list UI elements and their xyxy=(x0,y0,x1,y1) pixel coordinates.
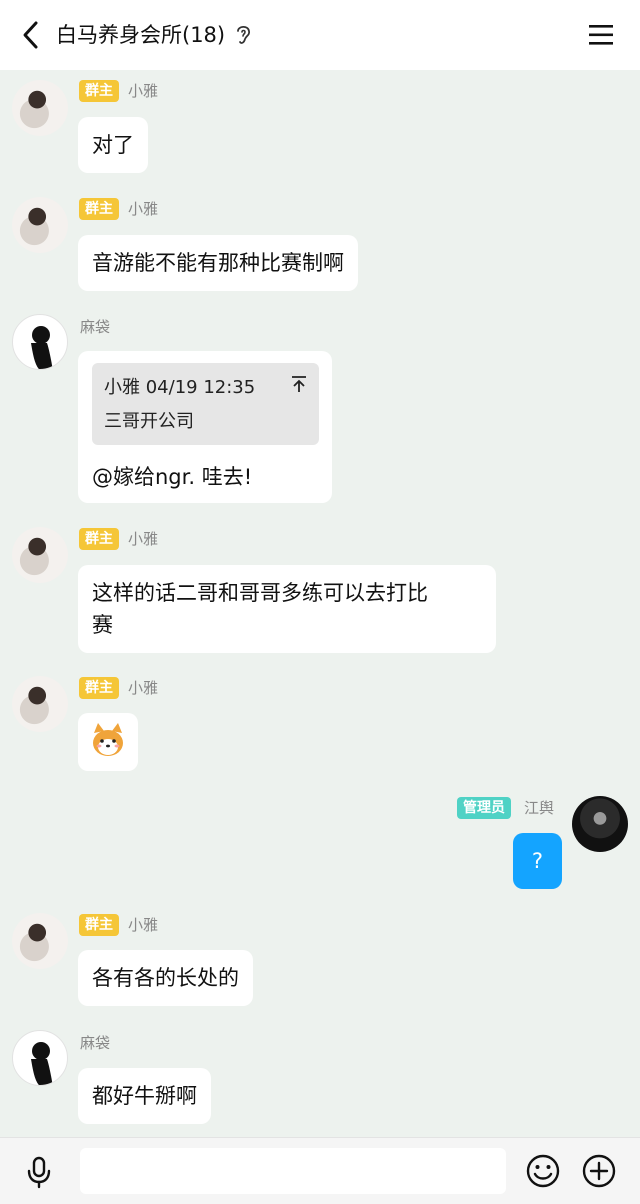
shiba-dog-emoji-icon xyxy=(93,723,123,756)
back-button[interactable] xyxy=(14,18,48,52)
chat-title[interactable]: 白马养身会所(18) xyxy=(56,20,225,50)
owner-badge: 群主 xyxy=(79,914,119,936)
chevron-left-icon xyxy=(23,21,38,49)
ear-icon[interactable] xyxy=(232,22,254,48)
sender-name: 麻袋 xyxy=(80,1034,111,1052)
avatar[interactable] xyxy=(12,527,68,583)
message-text-line: 这样的话二哥和哥哥多练可以去打比 xyxy=(92,581,428,605)
message-bubble[interactable]: 各有各的长处的 xyxy=(78,950,253,1006)
mic-icon[interactable] xyxy=(22,1155,56,1189)
sender-name: 小雅 xyxy=(128,679,159,697)
message-input[interactable] xyxy=(80,1148,506,1194)
avatar[interactable] xyxy=(12,80,68,136)
menu-icon[interactable] xyxy=(586,20,616,50)
message-text: @嫁给ngr. 哇去! xyxy=(92,465,253,489)
avatar[interactable] xyxy=(12,197,68,253)
owner-badge: 群主 xyxy=(79,677,119,699)
avatar-figure xyxy=(31,1042,53,1085)
top-bar: 白马养身会所(18) xyxy=(0,0,640,70)
message-bubble[interactable]: 这样的话二哥和哥哥多练可以去打比 赛 xyxy=(78,565,496,653)
arrow-up-icon[interactable] xyxy=(291,375,307,398)
message-bubble[interactable]: 都好牛掰啊 xyxy=(78,1068,211,1124)
plus-icon[interactable] xyxy=(580,1152,618,1190)
owner-badge: 群主 xyxy=(79,528,119,550)
quote-body: 三哥开公司 xyxy=(104,411,194,432)
sender-name: 江舆 xyxy=(524,799,555,817)
sender-name: 小雅 xyxy=(128,530,159,548)
sender-name: 麻袋 xyxy=(80,318,111,336)
avatar[interactable] xyxy=(12,676,68,732)
input-bar xyxy=(0,1137,640,1204)
avatar[interactable] xyxy=(12,913,68,969)
owner-badge: 群主 xyxy=(79,198,119,220)
message-text-line: 赛 xyxy=(92,613,113,637)
avatar[interactable] xyxy=(12,1030,68,1086)
sender-name: 小雅 xyxy=(128,82,159,100)
sender-name: 小雅 xyxy=(128,916,159,934)
quote-header: 小雅 04/19 12:35 xyxy=(104,377,256,398)
avatar[interactable] xyxy=(12,314,68,370)
message-bubble[interactable]: 音游能不能有那种比赛制啊 xyxy=(78,235,358,291)
owner-badge: 群主 xyxy=(79,80,119,102)
avatar[interactable] xyxy=(572,796,628,852)
message-bubble[interactable] xyxy=(78,713,138,771)
message-bubble[interactable]: 对了 xyxy=(78,117,148,173)
message-bubble[interactable]: ? xyxy=(513,833,562,889)
sender-name: 小雅 xyxy=(128,200,159,218)
emoji-icon[interactable] xyxy=(524,1152,562,1190)
avatar-figure xyxy=(31,326,53,369)
admin-badge: 管理员 xyxy=(457,797,511,819)
quoted-message[interactable]: 小雅 04/19 12:35 三哥开公司 xyxy=(92,363,319,445)
